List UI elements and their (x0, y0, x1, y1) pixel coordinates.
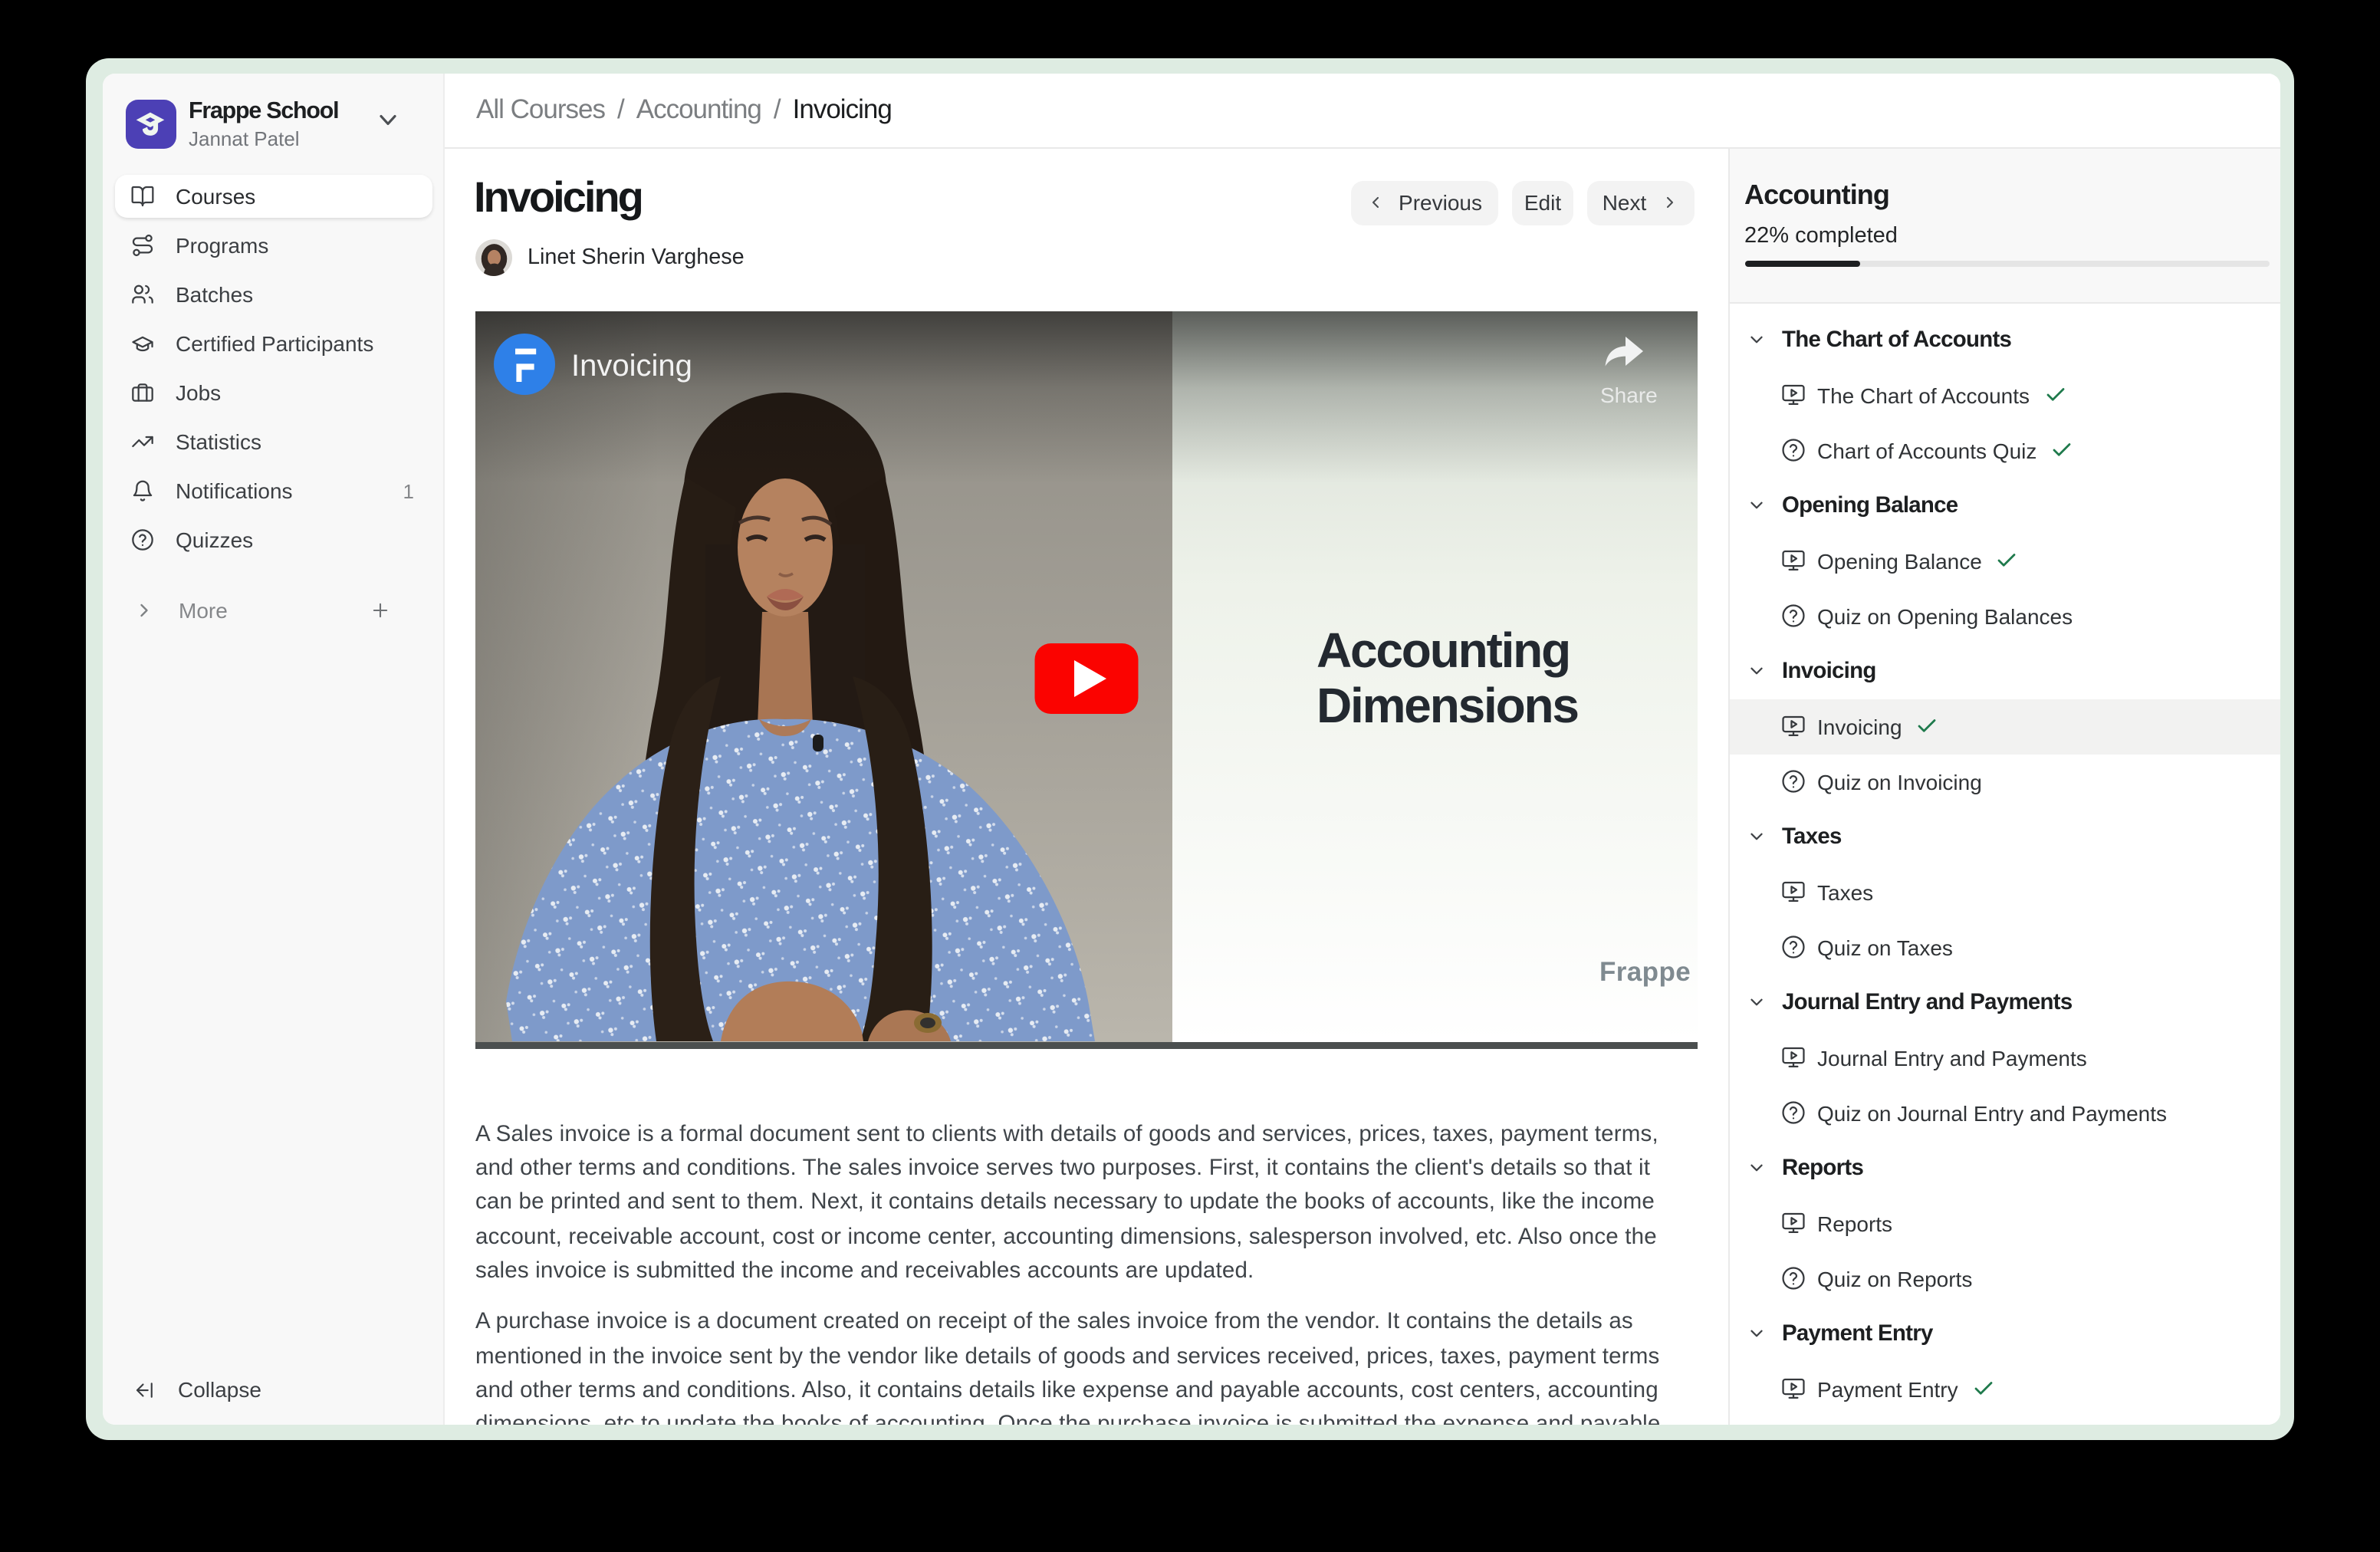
svg-text:Share: Share (1600, 383, 1658, 407)
svg-text:Frappe: Frappe (1599, 957, 1691, 987)
svg-text:Dimensions: Dimensions (1317, 678, 1578, 733)
svg-text:Invoicing: Invoicing (571, 349, 692, 383)
svg-text:Accounting: Accounting (1317, 623, 1570, 678)
